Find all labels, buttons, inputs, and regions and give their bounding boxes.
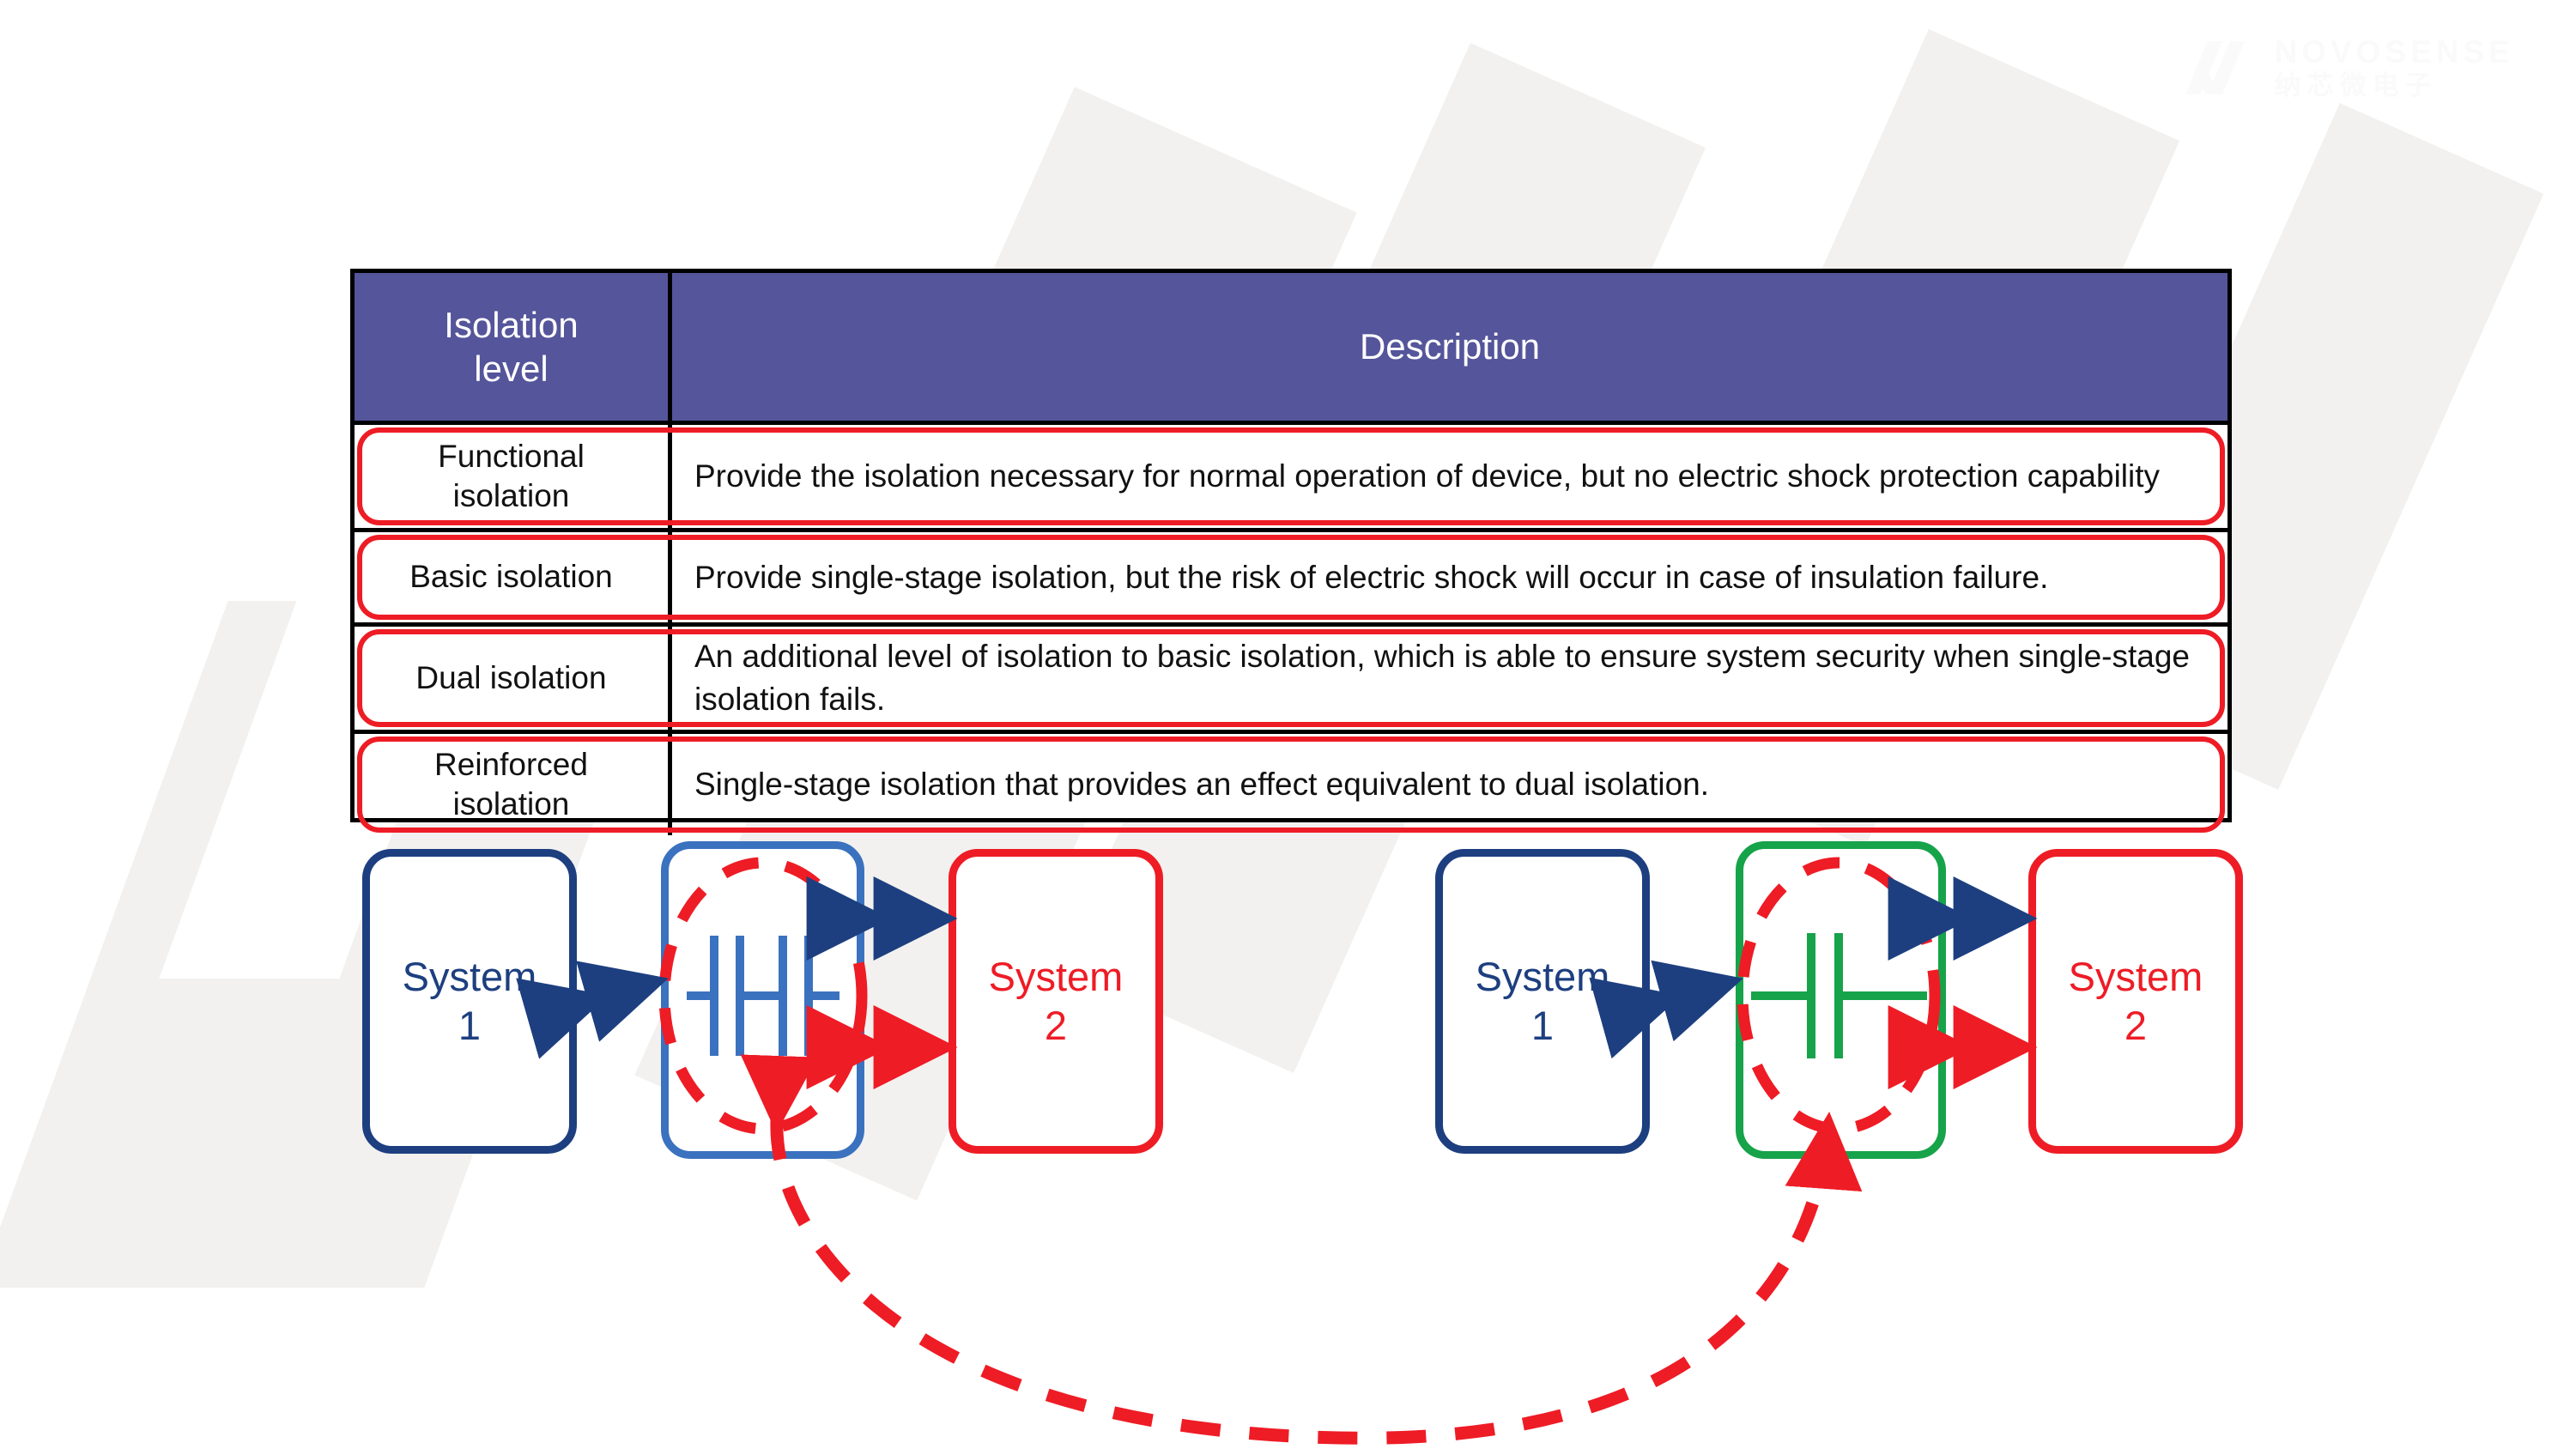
right-system-1-label-line1: System bbox=[1475, 954, 1610, 1000]
level-line2: isolation bbox=[452, 478, 570, 513]
logo-text-en: NOVOSENSE bbox=[2274, 34, 2514, 70]
level-line1: Functional bbox=[438, 438, 585, 474]
left-system-1-label-line1: System bbox=[402, 954, 537, 1000]
right-system-2-label-line1: System bbox=[2068, 954, 2203, 1000]
table-row: Dual isolation An additional level of is… bbox=[355, 622, 2227, 730]
novosense-wordmark: NOVOSENSE 纳芯微电子 bbox=[2275, 36, 2514, 99]
table-header-cell-level: Isolation level bbox=[355, 273, 672, 421]
left-system-1-label-line2: 1 bbox=[458, 1002, 482, 1048]
table-row: Basic isolation Provide single-stage iso… bbox=[355, 528, 2227, 622]
level-line1: Reinforced bbox=[434, 746, 588, 782]
left-system-1-box: System 1 bbox=[362, 849, 577, 1154]
table-cell-description: Single-stage isolation that provides an … bbox=[694, 767, 1710, 803]
right-isolator-box bbox=[1736, 841, 1946, 1159]
isolation-diagram: System 1 System 2 System 1 System 2 bbox=[0, 837, 2576, 1449]
table-cell-description: Provide single-stage isolation, but the … bbox=[694, 559, 2049, 595]
equivalence-curve bbox=[740, 1054, 1863, 1445]
table-row: Functional isolation Provide the isolati… bbox=[355, 421, 2227, 528]
left-system-2-label-line1: System bbox=[988, 954, 1124, 1000]
right-system-1-box: System 1 bbox=[1435, 849, 1650, 1154]
logo-text-cn: 纳芯微电子 bbox=[2274, 70, 2438, 100]
table-header-cell-description: Description bbox=[1359, 326, 1541, 367]
right-system-1-label-line2: 1 bbox=[1530, 1002, 1555, 1048]
table-cell-level: Functional isolation bbox=[355, 425, 672, 528]
left-system-2-box: System 2 bbox=[949, 849, 1163, 1154]
table-cell-description: Provide the isolation necessary for norm… bbox=[694, 458, 2161, 494]
right-system-2-label-line2: 2 bbox=[2124, 1002, 2148, 1048]
table-cell-level: Reinforced isolation bbox=[355, 734, 672, 835]
left-isolator-box bbox=[661, 841, 864, 1159]
level-line2: isolation bbox=[452, 786, 570, 822]
right-system-2-box: System 2 bbox=[2028, 849, 2243, 1154]
isolation-level-table: Isolation level Description Functional i… bbox=[350, 269, 2232, 835]
novosense-logo: NOVOSENSE 纳芯微电子 bbox=[2185, 36, 2514, 99]
table-cell-level: Basic isolation bbox=[355, 532, 672, 622]
left-arrow-sys1-to-isolator bbox=[516, 961, 669, 1059]
right-arrow-sys1-to-isolator bbox=[1589, 960, 1743, 1059]
table-header-level-line2: level bbox=[474, 349, 549, 389]
table-header-level-line1: Isolation bbox=[444, 304, 579, 345]
table-header-row: Isolation level Description bbox=[355, 273, 2227, 421]
slide-canvas: NOVOSENSE 纳芯微电子 Isolation level Descript… bbox=[0, 0, 2576, 1449]
novosense-n-mark-icon bbox=[2185, 40, 2245, 94]
left-system-2-label-line2: 2 bbox=[1044, 1002, 1068, 1048]
table-row: Reinforced isolation Single-stage isolat… bbox=[355, 730, 2227, 835]
table-cell-description: An additional level of isolation to basi… bbox=[694, 639, 2190, 717]
table-cell-level: Dual isolation bbox=[355, 627, 672, 730]
